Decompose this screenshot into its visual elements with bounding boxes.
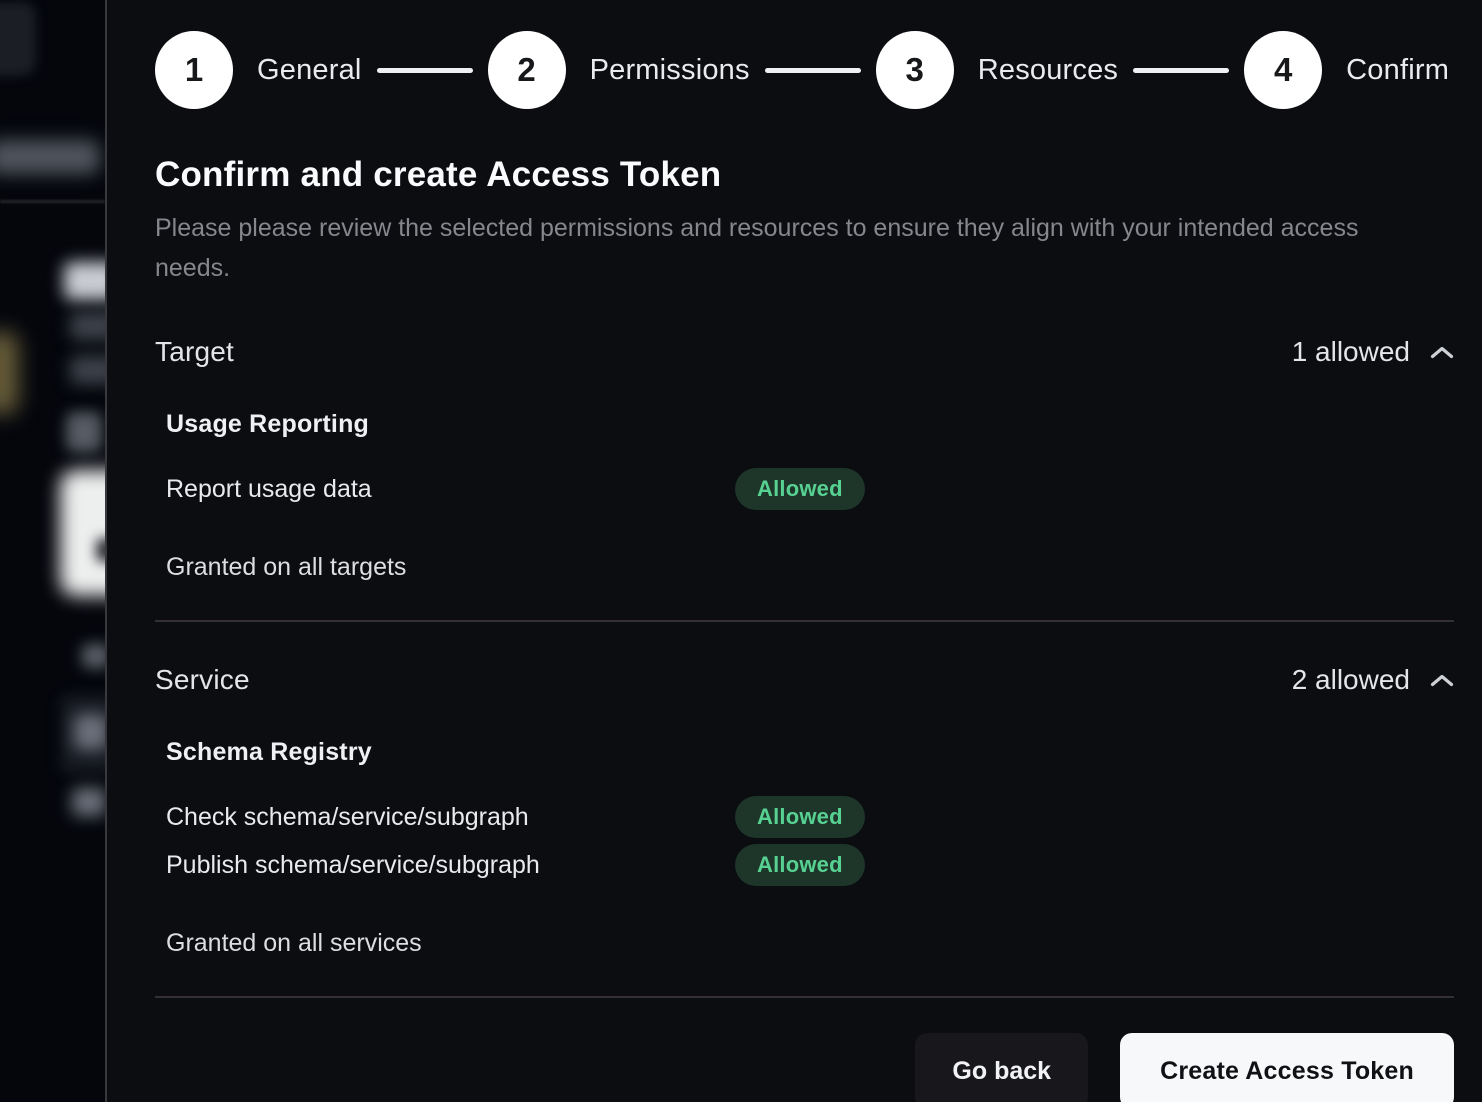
section-service-header: Service 2 allowed (155, 664, 1454, 696)
permission-label: Report usage data (166, 475, 735, 504)
permission-row: Check schema/service/subgraph Allowed (166, 793, 1454, 841)
permission-label: Check schema/service/subgraph (166, 803, 735, 832)
blurred-bg-element (82, 644, 105, 668)
blurred-bg-element (0, 332, 18, 414)
permission-row: Publish schema/service/subgraph Allowed (166, 841, 1454, 889)
blurred-bg-element (0, 2, 36, 76)
section-service-collapse-toggle[interactable]: 2 allowed (1292, 664, 1454, 696)
step-connector (1133, 68, 1229, 73)
step-general[interactable]: 1 General (155, 31, 362, 109)
blurred-bg-element (70, 356, 105, 384)
step-1-label: General (257, 54, 362, 87)
step-3-circle: 3 (876, 31, 954, 109)
allowed-badge: Allowed (735, 796, 865, 838)
blurred-bg-element (74, 714, 105, 750)
target-permission-list: Report usage data Allowed (155, 465, 1454, 513)
chevron-up-icon (1430, 673, 1454, 688)
permission-row: Report usage data Allowed (166, 465, 1454, 513)
page-title: Confirm and create Access Token (155, 155, 1454, 195)
target-granted-note: Granted on all targets (166, 553, 1454, 582)
go-back-button[interactable]: Go back (915, 1033, 1088, 1102)
step-resources[interactable]: 3 Resources (876, 31, 1118, 109)
blurred-bg-divider (0, 200, 105, 203)
section-service-title: Service (155, 664, 250, 696)
blurred-bg-element (70, 312, 105, 340)
blurred-bg-element (64, 262, 105, 300)
section-target-header: Target 1 allowed (155, 336, 1454, 368)
create-access-token-button[interactable]: Create Access Token (1120, 1033, 1454, 1102)
step-permissions[interactable]: 2 Permissions (488, 31, 750, 109)
service-allowed-count: 2 allowed (1292, 664, 1410, 696)
section-divider (155, 620, 1454, 622)
target-allowed-count: 1 allowed (1292, 336, 1410, 368)
allowed-badge: Allowed (735, 468, 865, 510)
blurred-bg-element (72, 788, 105, 816)
footer-divider (155, 996, 1454, 998)
modal-footer: Go back Create Access Token (155, 1033, 1454, 1102)
wizard-stepper: 1 General 2 Permissions 3 Resources 4 Co… (155, 31, 1454, 109)
step-connector (377, 68, 473, 73)
blurred-bg-element (0, 140, 100, 174)
service-group-title: Schema Registry (166, 738, 1454, 767)
target-group-title: Usage Reporting (166, 410, 1454, 439)
step-confirm[interactable]: 4 Confirm (1244, 31, 1449, 109)
service-permission-list: Check schema/service/subgraph Allowed Pu… (155, 793, 1454, 889)
blurred-bg-element (66, 412, 102, 452)
create-access-token-modal: 1 General 2 Permissions 3 Resources 4 Co… (105, 0, 1482, 1102)
blurred-bg-element (96, 538, 105, 562)
chevron-up-icon (1430, 345, 1454, 360)
background-app-blurred (0, 0, 105, 1102)
step-4-label: Confirm (1346, 54, 1449, 87)
section-target-collapse-toggle[interactable]: 1 allowed (1292, 336, 1454, 368)
step-2-label: Permissions (590, 54, 750, 87)
step-4-circle: 4 (1244, 31, 1322, 109)
step-1-circle: 1 (155, 31, 233, 109)
section-target-title: Target (155, 336, 234, 368)
allowed-badge: Allowed (735, 844, 865, 886)
step-connector (765, 68, 861, 73)
permission-label: Publish schema/service/subgraph (166, 851, 735, 880)
page-description: Please please review the selected permis… (155, 208, 1385, 288)
step-2-circle: 2 (488, 31, 566, 109)
service-granted-note: Granted on all services (166, 929, 1454, 958)
step-3-label: Resources (978, 54, 1118, 87)
blurred-bg-card (60, 470, 105, 596)
